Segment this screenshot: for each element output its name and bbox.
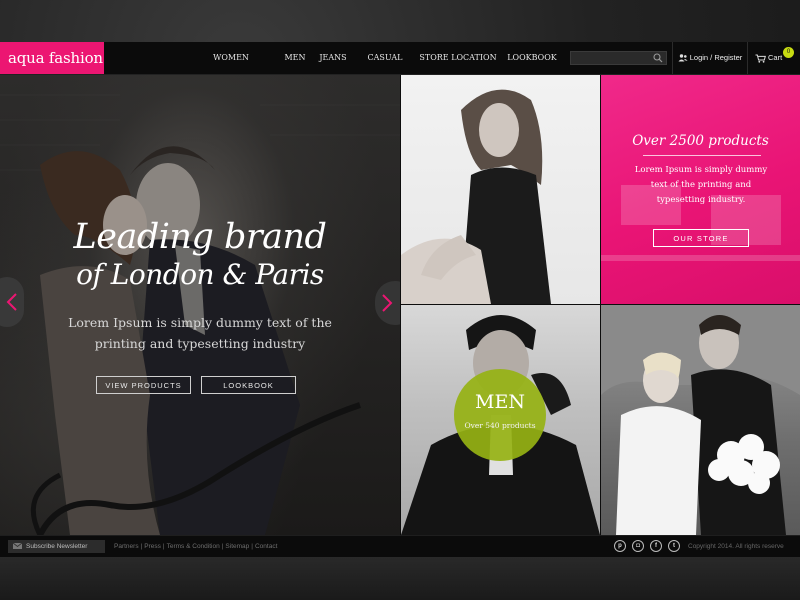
women-tile[interactable] (401, 75, 600, 304)
hero-description: Lorem Ipsum is simply dummy text of the … (68, 315, 332, 351)
footer-links: Partners | Press | Terms & Condition | Sitemap… (114, 543, 278, 550)
men-subtitle: Over 540 products (464, 421, 536, 430)
slider-prev-button[interactable] (0, 277, 24, 327)
nav-lookbook[interactable]: LOOKBOOK (507, 42, 557, 74)
promo-divider (643, 155, 761, 156)
hero-title-line2: of London & Paris (76, 258, 324, 291)
copyright-text: Copyright 2014. All rights reserve (688, 543, 784, 550)
cart-count-badge: 0 (783, 47, 794, 58)
woman-model-image (401, 89, 551, 304)
subscribe-label: Subscribe Newsletter (26, 543, 88, 550)
nav-jeans[interactable]: JEANS (318, 42, 348, 74)
site-footer: Subscribe Newsletter Partners | Press | Term… (0, 535, 800, 557)
nav-women[interactable]: WOMEN (210, 42, 252, 74)
twitter-icon[interactable]: t (668, 540, 680, 552)
men-tile[interactable]: MEN Over 540 products (401, 305, 600, 535)
lookbook-button[interactable]: LOOKBOOK (201, 376, 296, 394)
nav-store-location[interactable]: STORE LOCATION (419, 42, 497, 74)
men-title: MEN (475, 391, 525, 413)
wedding-tile[interactable] (601, 305, 800, 535)
promo-tile: Over 2500 products Lorem Ipsum is simply… (601, 75, 800, 304)
chevron-left-icon (6, 293, 17, 311)
cart-button[interactable]: Cart 0 (752, 42, 800, 74)
pinterest-icon[interactable]: p (614, 540, 626, 552)
site-header: aqua fashion WOMEN MEN JEANS CASUAL STOR… (0, 42, 800, 75)
slider-next-button[interactable] (375, 281, 400, 325)
search-box (570, 51, 667, 70)
cart-label: Cart (768, 53, 783, 62)
footer-link-press[interactable]: Press (144, 543, 161, 550)
promo-title: Over 2500 products (632, 133, 769, 149)
main-nav: WOMEN MEN JEANS CASUAL STORE LOCATION LO… (210, 42, 557, 74)
facebook-icon[interactable]: f (650, 540, 662, 552)
logo[interactable]: aqua fashion (0, 42, 104, 74)
footer-link-sitemap[interactable]: Sitemap (225, 543, 249, 550)
login-register-button[interactable]: Login / Register (672, 42, 748, 74)
hero-couple-image (0, 94, 400, 535)
promo-description: Lorem Ipsum is simply dummy text of the … (634, 165, 768, 205)
instagram-icon[interactable]: ◘ (632, 540, 644, 552)
footer-link-contact[interactable]: Contact (255, 543, 277, 550)
search-input[interactable] (571, 57, 657, 70)
footer-link-partners[interactable]: Partners (114, 543, 139, 550)
footer-link-terms[interactable]: Terms & Condition (167, 543, 220, 550)
cart-icon (755, 54, 766, 63)
wedding-couple-image (601, 305, 800, 535)
nav-men[interactable]: MEN (266, 42, 324, 74)
mail-icon (13, 543, 22, 550)
men-category-badge[interactable]: MEN Over 540 products (454, 369, 546, 461)
hero-title-line1: Leading brand (73, 217, 327, 257)
our-store-button[interactable]: OUR STORE (653, 229, 749, 247)
users-icon (678, 54, 688, 62)
hero-banner: Leading brand of London & Paris Lorem Ip… (0, 75, 400, 535)
login-label: Login / Register (689, 53, 743, 62)
chevron-right-icon (382, 294, 393, 312)
view-products-button[interactable]: VIEW PRODUCTS (96, 376, 191, 394)
nav-casual[interactable]: CASUAL (365, 42, 405, 74)
subscribe-newsletter-button[interactable]: Subscribe Newsletter (8, 540, 105, 553)
search-icon[interactable] (653, 53, 663, 63)
